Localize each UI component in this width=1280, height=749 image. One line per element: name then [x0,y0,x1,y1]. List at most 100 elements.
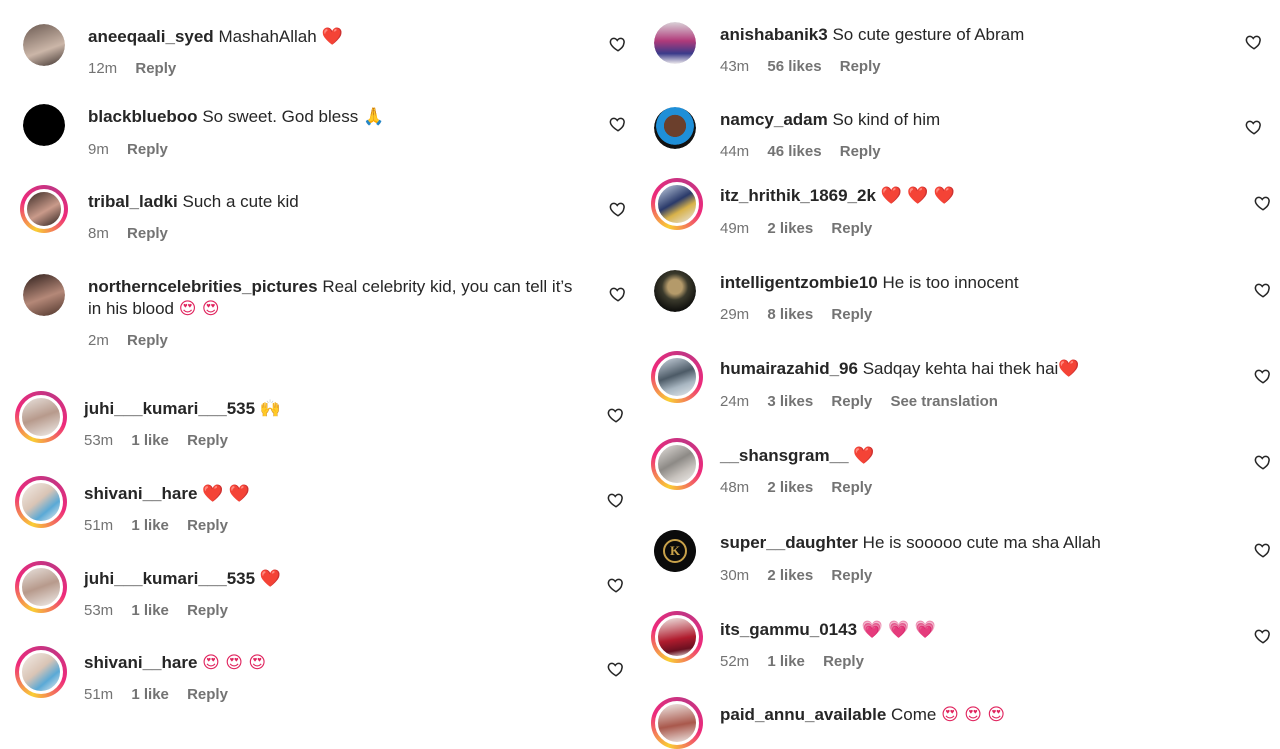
raising-hands-emoji: 🙌 [259,399,281,419]
comment-text: Such a cute kid [182,192,299,211]
like-heart-icon[interactable] [1254,627,1272,645]
timestamp: 9m [88,141,109,158]
timestamp: 51m [84,517,114,534]
reply-button[interactable]: Reply [831,393,872,410]
reply-button[interactable]: Reply [823,653,864,670]
sparkling-heart-emoji: 💗 💗 💗 [861,620,937,640]
avatar-story-ring[interactable] [15,646,67,698]
avatar[interactable] [23,24,65,66]
username[interactable]: juhi___kumari___535 [84,399,255,418]
avatar-story-ring[interactable] [15,391,67,443]
avatar[interactable] [654,270,696,312]
reply-button[interactable]: Reply [135,60,176,77]
pray-emoji: 🙏 [362,107,385,127]
avatar-story-ring[interactable] [651,438,703,490]
reply-button[interactable]: Reply [831,479,872,496]
likes-count[interactable]: 8 likes [767,306,813,323]
avatar[interactable] [23,104,65,146]
likes-count[interactable]: 2 likes [767,567,813,584]
username[interactable]: namcy_adam [720,110,828,129]
username[interactable]: its_gammu_0143 [720,620,857,639]
likes-count[interactable]: 1 like [131,686,169,703]
username[interactable]: paid_annu_available [720,705,886,724]
timestamp: 30m [720,567,750,584]
like-heart-icon[interactable] [1254,453,1272,471]
avatar-story-ring[interactable] [651,351,703,403]
reply-button[interactable]: Reply [187,517,228,534]
reply-button[interactable]: Reply [840,143,881,160]
reply-button[interactable]: Reply [187,686,228,703]
username[interactable]: juhi___kumari___535 [84,569,255,588]
heart-eyes-emoji: 😍 😍 😍 [202,653,267,673]
avatar-story-ring[interactable] [15,561,67,613]
like-heart-icon[interactable] [1254,281,1272,299]
likes-count[interactable]: 1 like [767,653,805,670]
avatar[interactable] [654,22,696,64]
heart-emoji: ❤️ ❤️ ❤️ [880,186,955,206]
username[interactable]: anishabanik3 [720,25,828,44]
timestamp: 52m [720,653,750,670]
avatar-story-ring[interactable] [651,611,703,663]
like-heart-icon[interactable] [607,576,625,594]
like-heart-icon[interactable] [609,115,627,133]
likes-count[interactable]: 56 likes [767,58,821,75]
avatar-story-ring[interactable] [20,185,68,233]
likes-count[interactable]: 1 like [131,602,169,619]
username[interactable]: shivani__hare [84,653,197,672]
username[interactable]: __shansgram__ [720,446,849,465]
timestamp: 51m [84,686,114,703]
see-translation-link[interactable]: See translation [890,393,998,410]
like-heart-icon[interactable] [1245,118,1263,136]
likes-count[interactable]: 46 likes [767,143,821,160]
timestamp: 44m [720,143,750,160]
avatar-story-ring[interactable] [651,178,703,230]
reply-button[interactable]: Reply [187,432,228,449]
username[interactable]: shivani__hare [84,484,197,503]
avatar[interactable] [23,274,65,316]
username[interactable]: super__daughter [720,533,858,552]
reply-button[interactable]: Reply [840,58,881,75]
reply-button[interactable]: Reply [127,141,168,158]
reply-button[interactable]: Reply [831,306,872,323]
like-heart-icon[interactable] [609,200,627,218]
like-heart-icon[interactable] [609,35,627,53]
like-heart-icon[interactable] [1254,541,1272,559]
heart-eyes-emoji: 😍 😍 [178,299,220,319]
avatar[interactable] [654,107,696,149]
like-heart-icon[interactable] [607,406,625,424]
comment-text: Sadqay kehta hai thek hai [862,359,1059,378]
like-heart-icon[interactable] [607,491,625,509]
timestamp: 53m [84,602,114,619]
reply-button[interactable]: Reply [127,332,168,349]
likes-count[interactable]: 1 like [131,517,169,534]
heart-emoji: ❤️ [1058,359,1080,379]
reply-button[interactable]: Reply [831,220,872,237]
likes-count[interactable]: 1 like [131,432,169,449]
likes-count[interactable]: 3 likes [767,393,813,410]
comment-text: He is too innocent [882,273,1019,292]
username[interactable]: northerncelebrities_pictures [88,277,318,296]
username[interactable]: humairazahid_96 [720,359,858,378]
avatar-story-ring[interactable] [15,476,67,528]
username[interactable]: blackblueboo [88,107,198,126]
like-heart-icon[interactable] [1245,33,1263,51]
username[interactable]: aneeqaali_syed [88,27,214,46]
like-heart-icon[interactable] [607,660,625,678]
timestamp: 53m [84,432,114,449]
likes-count[interactable]: 2 likes [767,220,813,237]
reply-button[interactable]: Reply [127,225,168,242]
avatar[interactable]: K [654,530,696,572]
username[interactable]: itz_hrithik_1869_2k [720,186,876,205]
avatar-story-ring[interactable] [651,697,703,749]
reply-button[interactable]: Reply [831,567,872,584]
comment-text: Come [891,705,937,724]
like-heart-icon[interactable] [609,285,627,303]
like-heart-icon[interactable] [1254,367,1272,385]
timestamp: 49m [720,220,750,237]
timestamp: 2m [88,332,109,349]
like-heart-icon[interactable] [1254,194,1272,212]
username[interactable]: intelligentzombie10 [720,273,878,292]
likes-count[interactable]: 2 likes [767,479,813,496]
reply-button[interactable]: Reply [187,602,228,619]
username[interactable]: tribal_ladki [88,192,178,211]
